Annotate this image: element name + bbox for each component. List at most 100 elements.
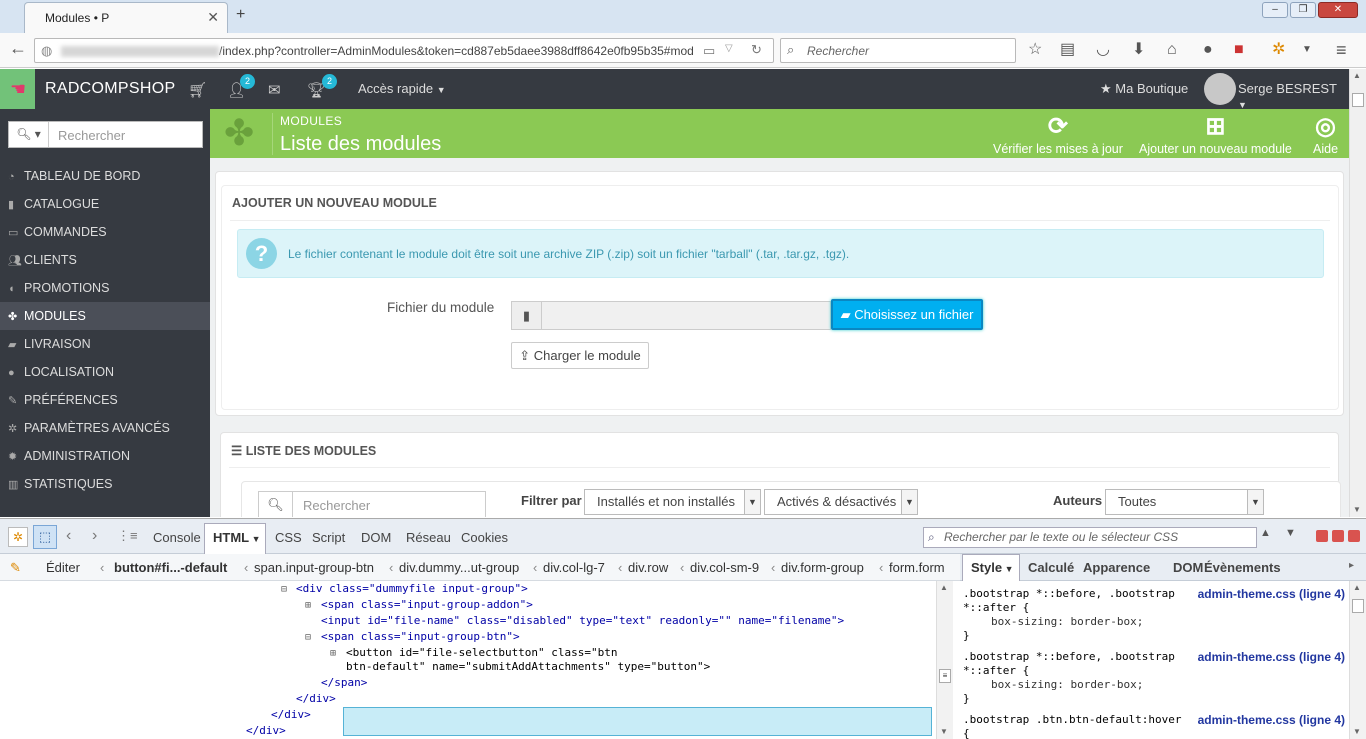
html-tree-scrollbar[interactable]: ▲ ≡ ▼ — [936, 581, 953, 739]
inspect-element-icon[interactable]: ⬚ — [33, 525, 57, 549]
tab-cookies[interactable]: Cookies — [461, 530, 508, 545]
expand-icon[interactable]: ⊞ — [305, 598, 311, 614]
sidebar-item-preferences[interactable]: ✎ PRÉFÉRENCES — [0, 386, 210, 414]
scroll-thumb[interactable] — [1352, 599, 1364, 613]
tab-css[interactable]: CSS — [275, 530, 302, 545]
sidebar-item-modules[interactable]: ✤ MODULES — [0, 302, 210, 330]
minimize-window-button[interactable]: – — [1262, 2, 1288, 18]
side-tabs-more-icon[interactable]: ▸ — [1349, 560, 1354, 571]
html-line[interactable]: <input id="file-name" class="disabled" t… — [321, 613, 844, 629]
file-input-group[interactable]: ▮ — [511, 301, 831, 330]
html-line[interactable]: </div> — [271, 707, 311, 723]
firebug-search-input[interactable]: ⌕ Rechercher par le texte ou le sélecteu… — [923, 527, 1257, 548]
reload-icon[interactable]: ↻ — [751, 42, 762, 58]
search-scope-button[interactable]: 🔍︎ ▾ — [9, 122, 49, 147]
choose-file-button[interactable]: ▰ Choisissez un fichier — [831, 299, 983, 330]
breadcrumb-item[interactable]: form.form — [889, 560, 949, 575]
expand-icon[interactable]: ⊞ — [330, 646, 336, 662]
breadcrumb-item[interactable]: div.form-group — [781, 560, 864, 575]
scroll-down-icon[interactable]: ▼ — [1353, 505, 1361, 514]
bookmarks-list-icon[interactable]: ▤ — [1060, 41, 1075, 59]
chat-icon[interactable]: ● — [1203, 41, 1213, 59]
tab-network[interactable]: Réseau — [406, 530, 451, 545]
breadcrumb[interactable]: MODULES — [280, 114, 342, 128]
page-scrollbar[interactable]: ▲ ▼ — [1349, 69, 1366, 517]
css-selector[interactable]: .bootstrap *::before, .bootstrap *::afte… — [963, 587, 1175, 615]
edit-icon[interactable]: ✎ — [10, 560, 21, 576]
sidebar-item-promotions[interactable]: ◖ PROMOTIONS — [0, 274, 210, 302]
back-icon[interactable]: ‹ — [66, 527, 71, 545]
tab-computed[interactable]: Calculé — [1028, 560, 1074, 575]
scroll-down-icon[interactable]: ▼ — [1353, 727, 1361, 736]
reader-view-icon[interactable]: ▭ — [703, 43, 715, 59]
firebug-logo-icon[interactable]: ✲ — [8, 527, 28, 547]
html-line[interactable]: </div> — [296, 691, 336, 707]
sidebar-item-orders[interactable]: ▭ COMMANDES — [0, 218, 210, 246]
scroll-thumb[interactable]: ≡ — [939, 669, 951, 683]
scroll-up-icon[interactable]: ▲ — [1353, 71, 1361, 80]
module-search-field[interactable]: 🔍︎ Rechercher — [258, 491, 486, 517]
authors-select[interactable]: Toutes ▼ — [1105, 489, 1264, 515]
new-tab-button[interactable]: + — [236, 6, 245, 24]
html-line[interactable]: <span class="input-group-addon"> — [321, 597, 533, 613]
check-updates-button[interactable]: ⟳ Vérifier les mises à jour — [993, 112, 1123, 156]
shop-name[interactable]: RADCOMPSHOP — [45, 80, 175, 98]
chevron-left-icon[interactable]: ‹ — [100, 560, 104, 575]
breadcrumb-item[interactable]: button#fi...-default — [114, 560, 227, 575]
back-arrow-icon[interactable]: ← — [9, 39, 27, 57]
css-source-link[interactable]: admin-theme.css (ligne 4) — [1198, 587, 1345, 601]
tab-html[interactable]: HTML ▼ — [204, 523, 266, 554]
html-line[interactable]: <span class="input-group-btn"> — [321, 629, 520, 645]
forward-icon[interactable]: › — [92, 527, 97, 545]
site-info-icon[interactable]: ◍ — [41, 43, 52, 59]
menu-hamburger-icon[interactable]: ≡ — [1336, 41, 1347, 59]
sidebar-item-catalog[interactable]: ▮ CATALOGUE — [0, 190, 210, 218]
firebug-icon[interactable]: ✲ — [1272, 41, 1285, 59]
minimize-firebug-icon[interactable] — [1316, 530, 1328, 542]
bookmark-star-icon[interactable]: ☆ — [1028, 41, 1042, 59]
add-module-button[interactable]: ⊞ Ajouter un nouveau module — [1139, 112, 1292, 156]
home-icon[interactable]: ⌂ — [1167, 41, 1177, 59]
browser-search-bar[interactable]: ⌕ Rechercher — [780, 38, 1016, 63]
sidebar-item-advanced-parameters[interactable]: ✲ PARAMÈTRES AVANCÉS — [0, 414, 210, 442]
breadcrumb-item[interactable]: div.col-lg-7 — [543, 560, 605, 575]
collapse-icon[interactable]: ⊟ — [281, 582, 287, 598]
url-bar[interactable]: ◍ /index.php?controller=AdminModules&tok… — [34, 38, 774, 63]
tab-dom[interactable]: DOM — [361, 530, 391, 545]
filter-enabled-select[interactable]: Activés & désactivés ▼ — [764, 489, 918, 515]
sidebar-search[interactable]: 🔍︎ ▾ Rechercher — [8, 121, 203, 148]
close-window-button[interactable]: ✕ — [1318, 2, 1358, 18]
my-shop-link[interactable]: ★ Ma Boutique — [1100, 81, 1188, 97]
cart-icon[interactable]: 🛒︎ — [188, 81, 207, 99]
pocket-icon[interactable]: ◡ — [1096, 41, 1110, 59]
close-tab-icon[interactable]: ✕ — [207, 9, 219, 26]
css-source-link[interactable]: admin-theme.css (ligne 4) — [1198, 713, 1345, 727]
sidebar-item-dashboard[interactable]: ◔ TABLEAU DE BORD — [0, 162, 210, 190]
css-selector[interactable]: .bootstrap .btn.btn-default:hover { — [963, 713, 1182, 739]
search-prev-icon[interactable]: ▲ — [1260, 527, 1271, 539]
collapse-icon[interactable]: ⊟ — [305, 630, 311, 646]
search-next-icon[interactable]: ▼ — [1285, 527, 1296, 539]
html-line-selected[interactable]: btn-default" name="submitAddAttachments"… — [346, 659, 710, 675]
tab-events[interactable]: Évènements — [1204, 560, 1281, 575]
tab-style[interactable]: Style ▼ — [962, 554, 1020, 581]
avatar[interactable] — [1204, 73, 1236, 105]
scroll-thumb[interactable] — [1352, 93, 1364, 107]
tab-script[interactable]: Script — [312, 530, 345, 545]
quick-access-menu[interactable]: Accès rapide ▼ — [358, 81, 446, 96]
upload-module-button[interactable]: ⇪ Charger le module — [511, 342, 649, 369]
user-menu[interactable]: Serge BESREST ▼ — [1238, 81, 1349, 111]
sidebar-item-customers[interactable]: 👥︎ CLIENTS — [0, 246, 210, 274]
css-selector[interactable]: .bootstrap *::before, .bootstrap *::afte… — [963, 650, 1175, 678]
css-panel-scrollbar[interactable]: ▲ ▼ — [1349, 581, 1366, 739]
detach-firebug-icon[interactable] — [1332, 530, 1344, 542]
messages-icon[interactable]: ✉ — [268, 81, 281, 99]
prestashop-logo[interactable]: ☚ — [0, 69, 35, 109]
downloads-icon[interactable]: ⬇ — [1132, 41, 1145, 59]
scroll-down-icon[interactable]: ▼ — [940, 727, 948, 736]
sidebar-item-localization[interactable]: ● LOCALISATION — [0, 358, 210, 386]
filter-install-select[interactable]: Installés et non installés ▼ — [584, 489, 761, 515]
breadcrumb-item[interactable]: div.dummy...ut-group — [399, 560, 519, 575]
html-line[interactable]: <div class="dummyfile input-group"> — [296, 581, 528, 597]
scroll-up-icon[interactable]: ▲ — [1353, 583, 1361, 592]
